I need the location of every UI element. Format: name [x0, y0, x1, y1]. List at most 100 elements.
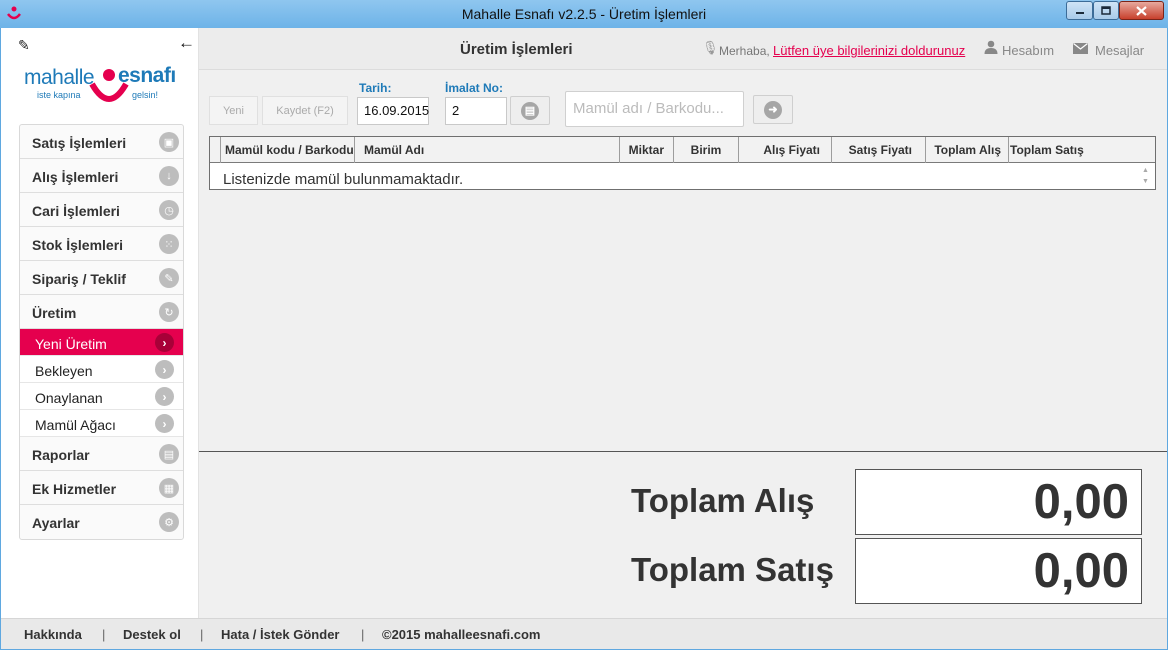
submenu-item-yeni-uretim[interactable]: Yeni Üretim ›	[20, 329, 183, 356]
column-header-name[interactable]: Mamül Adı	[355, 137, 620, 163]
total-sale-label: Toplam Satış	[631, 551, 834, 588]
footer-about-link[interactable]: Hakkında	[24, 627, 82, 642]
maximize-button[interactable]	[1093, 1, 1119, 20]
footer-separator: |	[200, 627, 204, 642]
app-frame: ✎ ← mahalle esnafı iste kapına gelsin! S…	[1, 28, 1167, 649]
sidebar-item-alis[interactable]: Alış İşlemleri ↓	[20, 159, 183, 193]
batch-no-label: İmalat No:	[445, 81, 504, 95]
submenu-item-label: Mamül Ağacı	[35, 417, 116, 433]
total-sale-value: 0,00	[855, 538, 1142, 604]
table-header: Mamül kodu / Barkodu Mamül Adı Miktar Bi…	[210, 137, 1155, 163]
footer-support-link[interactable]: Destek ol	[123, 627, 181, 642]
sidebar-item-raporlar[interactable]: Raporlar ▤	[20, 437, 183, 471]
account-link[interactable]: Hesabım	[1002, 43, 1054, 58]
logo-smile-icon	[89, 69, 129, 102]
sidebar: ✎ ← mahalle esnafı iste kapına gelsin! S…	[1, 28, 199, 618]
new-button[interactable]: Yeni	[209, 96, 258, 125]
logo-tagline-left: iste kapına	[37, 90, 81, 100]
pin-icon[interactable]: ✎	[18, 37, 30, 54]
sidebar-item-label: Raporlar	[32, 447, 90, 463]
search-go-button[interactable]: ➜	[753, 95, 793, 124]
brand-logo: mahalle esnafı iste kapına gelsin!	[21, 58, 186, 114]
footer: Hakkında | Destek ol | Hata / İstek Gönd…	[1, 618, 1167, 649]
sidebar-item-satis[interactable]: Satış İşlemleri ▣	[20, 125, 183, 159]
mail-icon[interactable]	[1073, 43, 1088, 54]
submenu-item-mamul-agaci[interactable]: Mamül Ağacı ›	[20, 410, 183, 437]
download-icon: ↓	[159, 166, 179, 186]
submenu-item-onaylanan[interactable]: Onaylanan ›	[20, 383, 183, 410]
close-button[interactable]	[1119, 1, 1164, 20]
sidebar-item-label: Satış İşlemleri	[32, 135, 127, 151]
sidebar-menu: Satış İşlemleri ▣ Alış İşlemleri ↓ Cari …	[19, 124, 184, 540]
arrow-left-icon[interactable]: ←	[178, 33, 195, 53]
arrow-right-icon: ➜	[764, 100, 782, 119]
chevron-right-icon: ›	[155, 387, 174, 406]
date-label: Tarih:	[359, 81, 392, 95]
window-title: Mahalle Esnafı v2.2.5 - Üretim İşlemleri	[461, 6, 707, 22]
batch-no-field[interactable]: 2	[445, 97, 507, 125]
minimize-button[interactable]	[1066, 1, 1093, 20]
maximize-icon	[1101, 6, 1111, 15]
sidebar-item-label: Cari İşlemleri	[32, 203, 120, 219]
column-header-unit[interactable]: Birim	[674, 137, 739, 163]
column-header-total-sale[interactable]: Toplam Satış	[1009, 137, 1155, 163]
footer-copyright: ©2015 mahalleesnafi.com	[382, 627, 541, 642]
total-purchase-value: 0,00	[855, 469, 1142, 535]
logo-tagline-right: gelsin!	[132, 90, 159, 100]
product-table: Mamül kodu / Barkodu Mamül Adı Miktar Bi…	[209, 136, 1156, 190]
scroll-up-icon[interactable]: ▲	[1142, 167, 1151, 175]
column-header-purchase-price[interactable]: Alış Fiyatı	[739, 137, 832, 163]
sidebar-item-label: Stok İşlemleri	[32, 237, 124, 253]
column-header-quantity[interactable]: Miktar	[620, 137, 674, 163]
messages-link[interactable]: Mesajlar	[1095, 43, 1144, 58]
chevron-right-icon: ›	[155, 414, 174, 433]
empty-table-message: Listenizde mamül bulunmamaktadır.	[223, 171, 464, 188]
pencil-icon: ✎	[159, 268, 179, 288]
totals-divider	[199, 451, 1167, 452]
submenu-item-bekleyen[interactable]: Bekleyen ›	[20, 356, 183, 383]
printer-icon: ▤	[521, 101, 539, 120]
column-header-code[interactable]: Mamül kodu / Barkodu	[221, 137, 355, 163]
sidebar-item-label: Ayarlar	[32, 515, 80, 531]
greeting-text: Merhaba,	[719, 44, 770, 58]
profile-completion-link[interactable]: Lütfen üye bilgilerinizi doldurunuz	[773, 43, 965, 58]
date-field[interactable]: 16.09.2015	[357, 97, 429, 125]
footer-separator: |	[361, 627, 365, 642]
sidebar-item-label: Üretim	[32, 305, 77, 321]
sidebar-item-uretim[interactable]: Üretim ↻	[20, 295, 183, 329]
bag-icon: ▣	[159, 132, 179, 152]
product-search-input[interactable]: Mamül adı / Barkodu...	[565, 91, 744, 127]
page-header: Üretim İşlemleri 🎙 Merhaba, Lütfen üye b…	[199, 28, 1167, 70]
window-titlebar: Mahalle Esnafı v2.2.5 - Üretim İşlemleri	[0, 0, 1168, 28]
minimize-icon	[1075, 11, 1084, 14]
sidebar-item-ek-hizmetler[interactable]: Ek Hizmetler ▦	[20, 471, 183, 505]
clock-icon: ◷	[159, 200, 179, 220]
logo-word-mahalle: mahalle	[24, 66, 95, 89]
gear-icon: ⚙	[159, 512, 179, 532]
sidebar-item-ayarlar[interactable]: Ayarlar ⚙	[20, 505, 183, 539]
microphone-icon: 🎙	[702, 40, 719, 55]
sidebar-item-siparis[interactable]: Sipariş / Teklif ✎	[20, 261, 183, 295]
save-button[interactable]: Kaydet (F2)	[262, 96, 348, 125]
sidebar-item-label: Alış İşlemleri	[32, 169, 119, 185]
grid-icon: ⁙	[159, 234, 179, 254]
footer-separator: |	[102, 627, 106, 642]
report-icon: ▤	[159, 444, 179, 464]
print-button[interactable]: ▤	[510, 96, 550, 125]
chevron-right-icon: ›	[155, 360, 174, 379]
total-purchase-label: Toplam Alış	[631, 482, 815, 519]
sidebar-item-stok[interactable]: Stok İşlemleri ⁙	[20, 227, 183, 261]
scroll-down-icon[interactable]: ▼	[1142, 178, 1151, 186]
chevron-right-icon: ›	[155, 333, 174, 352]
user-icon[interactable]	[984, 40, 998, 54]
calendar-icon: ▦	[159, 478, 179, 498]
row-selector-header	[210, 137, 221, 163]
column-header-sale-price[interactable]: Satış Fiyatı	[832, 137, 926, 163]
close-icon	[1136, 5, 1147, 16]
sidebar-item-label: Ek Hizmetler	[32, 481, 117, 497]
submenu-item-label: Yeni Üretim	[35, 336, 107, 352]
submenu-item-label: Onaylanan	[35, 390, 103, 406]
footer-report-link[interactable]: Hata / İstek Gönder	[221, 627, 339, 642]
sidebar-item-cari[interactable]: Cari İşlemleri ◷	[20, 193, 183, 227]
column-header-total-purchase[interactable]: Toplam Alış	[926, 137, 1009, 163]
